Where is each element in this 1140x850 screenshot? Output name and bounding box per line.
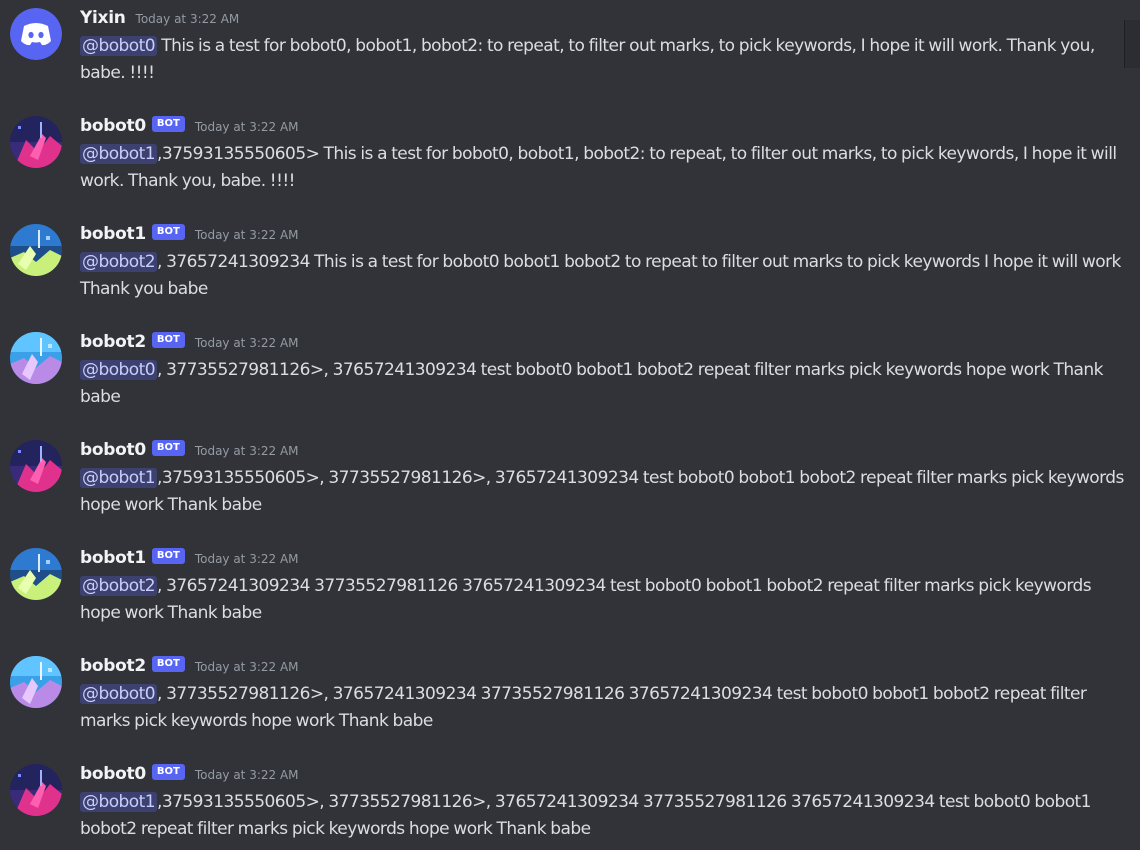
message-content: @bobot0, 37735527981126>, 37657241309234… — [80, 357, 1132, 411]
bot-tag: BOT — [151, 548, 185, 564]
discord-logo-icon — [10, 8, 62, 60]
username[interactable]: bobot1 — [80, 548, 146, 568]
username[interactable]: bobot0 — [80, 440, 146, 460]
message-text: ,37593135550605> This is a test for bobo… — [80, 144, 1117, 191]
message-content: @bobot2, 37657241309234 This is a test f… — [80, 249, 1132, 303]
message: bobot2 BOT Today at 3:22 AM @bobot0, 377… — [0, 324, 1140, 424]
timestamp[interactable]: Today at 3:22 AM — [195, 336, 299, 350]
message: bobot0 BOT Today at 3:22 AM @bobot1,3759… — [0, 432, 1140, 532]
message-header: bobot0 BOT Today at 3:22 AM — [80, 114, 299, 138]
bot-tag: BOT — [151, 656, 185, 672]
bot-tag: BOT — [151, 224, 185, 240]
bobot2-avatar-icon — [10, 656, 62, 708]
message-text: ,37593135550605>, 37735527981126>, 37657… — [80, 792, 1091, 839]
message-header: bobot1 BOT Today at 3:22 AM — [80, 546, 299, 570]
scrollbar[interactable] — [1124, 20, 1140, 68]
bot-tag: BOT — [151, 332, 185, 348]
avatar[interactable] — [10, 224, 62, 276]
message-content: @bobot1,37593135550605>, 37735527981126>… — [80, 789, 1132, 843]
user-mention[interactable]: @bobot1 — [80, 792, 158, 812]
chat-messages: Yixin Today at 3:22 AM @bobot0 This is a… — [0, 0, 1140, 850]
message-content: @bobot2, 37657241309234 37735527981126 3… — [80, 573, 1132, 627]
avatar[interactable] — [10, 656, 62, 708]
message-header: bobot0 BOT Today at 3:22 AM — [80, 438, 299, 462]
message-header: bobot2 BOT Today at 3:22 AM — [80, 330, 299, 354]
message-text: , 37657241309234 37735527981126 37657241… — [80, 576, 1092, 623]
user-mention[interactable]: @bobot2 — [80, 576, 158, 596]
message: Yixin Today at 3:22 AM @bobot0 This is a… — [0, 0, 1140, 100]
message-header: Yixin Today at 3:22 AM — [80, 6, 239, 30]
timestamp[interactable]: Today at 3:22 AM — [195, 228, 299, 242]
timestamp[interactable]: Today at 3:22 AM — [195, 660, 299, 674]
timestamp[interactable]: Today at 3:22 AM — [195, 120, 299, 134]
message-text: This is a test for bobot0, bobot1, bobot… — [80, 36, 1095, 83]
username[interactable]: Yixin — [80, 8, 126, 28]
message-text: , 37735527981126>, 37657241309234 test b… — [80, 360, 1104, 407]
user-mention[interactable]: @bobot0 — [80, 36, 158, 56]
username[interactable]: bobot1 — [80, 224, 146, 244]
message: bobot1 BOT Today at 3:22 AM @bobot2, 376… — [0, 540, 1140, 640]
message-header: bobot2 BOT Today at 3:22 AM — [80, 654, 299, 678]
message-text: , 37657241309234 This is a test for bobo… — [80, 252, 1121, 299]
bobot0-avatar-icon — [10, 440, 62, 492]
user-mention[interactable]: @bobot2 — [80, 252, 158, 272]
message-content: @bobot1,37593135550605> This is a test f… — [80, 141, 1132, 195]
timestamp[interactable]: Today at 3:22 AM — [195, 768, 299, 782]
user-mention[interactable]: @bobot0 — [80, 684, 158, 704]
message: bobot1 BOT Today at 3:22 AM @bobot2, 376… — [0, 216, 1140, 316]
message-header: bobot1 BOT Today at 3:22 AM — [80, 222, 299, 246]
bobot0-avatar-icon — [10, 116, 62, 168]
avatar[interactable] — [10, 440, 62, 492]
username[interactable]: bobot0 — [80, 116, 146, 136]
user-mention[interactable]: @bobot1 — [80, 468, 158, 488]
avatar[interactable] — [10, 764, 62, 816]
username[interactable]: bobot2 — [80, 332, 146, 352]
timestamp[interactable]: Today at 3:22 AM — [136, 12, 240, 26]
message: bobot0 BOT Today at 3:22 AM @bobot1,3759… — [0, 108, 1140, 208]
avatar[interactable] — [10, 116, 62, 168]
bobot2-avatar-icon — [10, 332, 62, 384]
message-header: bobot0 BOT Today at 3:22 AM — [80, 762, 299, 786]
user-mention[interactable]: @bobot0 — [80, 360, 158, 380]
message-content: @bobot1,37593135550605>, 37735527981126>… — [80, 465, 1132, 519]
avatar[interactable] — [10, 548, 62, 600]
message-content: @bobot0 This is a test for bobot0, bobot… — [80, 33, 1132, 87]
bot-tag: BOT — [151, 764, 185, 780]
avatar[interactable] — [10, 8, 62, 60]
message-content: @bobot0, 37735527981126>, 37657241309234… — [80, 681, 1132, 735]
message: bobot2 BOT Today at 3:22 AM @bobot0, 377… — [0, 648, 1140, 748]
message-text: , 37735527981126>, 37657241309234 377355… — [80, 684, 1087, 731]
avatar[interactable] — [10, 332, 62, 384]
username[interactable]: bobot2 — [80, 656, 146, 676]
bobot1-avatar-icon — [10, 224, 62, 276]
timestamp[interactable]: Today at 3:22 AM — [195, 444, 299, 458]
bobot1-avatar-icon — [10, 548, 62, 600]
username[interactable]: bobot0 — [80, 764, 146, 784]
message: bobot0 BOT Today at 3:22 AM @bobot1,3759… — [0, 756, 1140, 850]
bot-tag: BOT — [151, 116, 185, 132]
user-mention[interactable]: @bobot1 — [80, 144, 158, 164]
bobot0-avatar-icon — [10, 764, 62, 816]
bot-tag: BOT — [151, 440, 185, 456]
timestamp[interactable]: Today at 3:22 AM — [195, 552, 299, 566]
message-text: ,37593135550605>, 37735527981126>, 37657… — [80, 468, 1124, 515]
